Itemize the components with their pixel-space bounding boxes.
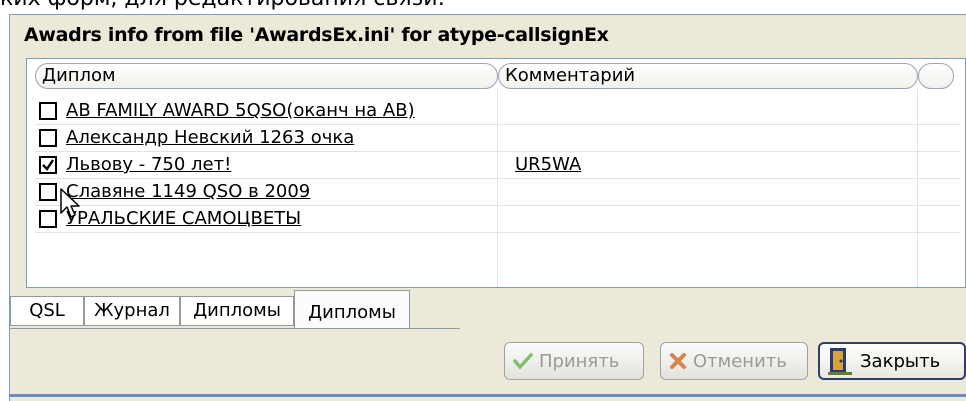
tab-strip: QSL Журнал Дипломы Дипломы bbox=[10, 290, 470, 330]
award-checkbox[interactable] bbox=[39, 129, 57, 147]
panel-title: Awadrs info from file 'AwardsEx.ini' for… bbox=[24, 24, 609, 46]
awards-list[interactable]: Диплом Комментарий AB FAMILY AWARD 5QSO(… bbox=[26, 58, 966, 288]
table-row[interactable]: Львову - 750 лет! UR5WA bbox=[35, 152, 960, 179]
award-name-link[interactable]: Львову - 750 лет! bbox=[66, 154, 231, 175]
award-checkbox[interactable] bbox=[39, 183, 57, 201]
accept-button[interactable]: Принять bbox=[504, 342, 644, 380]
cancel-label: Отменить bbox=[693, 350, 787, 372]
award-name-link[interactable]: AB FAMILY AWARD 5QSO(оканч на AB) bbox=[66, 100, 415, 121]
column-header-comment[interactable]: Комментарий bbox=[498, 63, 918, 89]
accept-label: Принять bbox=[539, 350, 620, 372]
column-header-award[interactable]: Диплом bbox=[35, 63, 498, 89]
table-row[interactable]: AB FAMILY AWARD 5QSO(оканч на AB) bbox=[35, 98, 960, 125]
tab-qsl[interactable]: QSL bbox=[10, 296, 84, 326]
close-button[interactable]: Закрыть bbox=[818, 342, 966, 380]
award-checkbox[interactable] bbox=[39, 102, 57, 120]
panel-bottom-border bbox=[9, 394, 966, 397]
tab-journal[interactable]: Журнал bbox=[84, 296, 180, 326]
cancel-button[interactable]: Отменить bbox=[660, 342, 808, 380]
list-header: Диплом Комментарий bbox=[35, 63, 965, 90]
background-text: ких форм, для редактирования связи: bbox=[0, 0, 445, 11]
tab-awards[interactable]: Дипломы bbox=[180, 296, 294, 326]
checkmark-icon bbox=[513, 352, 533, 370]
door-icon bbox=[828, 346, 854, 376]
tab-awards-active[interactable]: Дипломы bbox=[294, 290, 410, 328]
table-row[interactable]: Славяне 1149 QSO в 2009 bbox=[35, 179, 960, 206]
award-name-link[interactable]: Александр Невский 1263 очка bbox=[66, 127, 354, 148]
award-comment-link[interactable]: UR5WA bbox=[515, 154, 581, 175]
table-row[interactable]: Александр Невский 1263 очка bbox=[35, 125, 960, 152]
award-checkbox[interactable] bbox=[39, 156, 57, 174]
x-icon bbox=[669, 352, 687, 370]
award-name-link[interactable]: Славяне 1149 QSO в 2009 bbox=[66, 181, 310, 202]
table-row[interactable]: УРАЛЬСКИЕ САМОЦВЕТЫ bbox=[35, 206, 960, 233]
close-label: Закрыть bbox=[860, 350, 941, 372]
award-checkbox[interactable] bbox=[39, 210, 57, 228]
mouse-pointer-icon bbox=[60, 188, 80, 218]
award-name-link[interactable]: УРАЛЬСКИЕ САМОЦВЕТЫ bbox=[66, 208, 301, 229]
column-header-extra[interactable] bbox=[918, 63, 954, 89]
